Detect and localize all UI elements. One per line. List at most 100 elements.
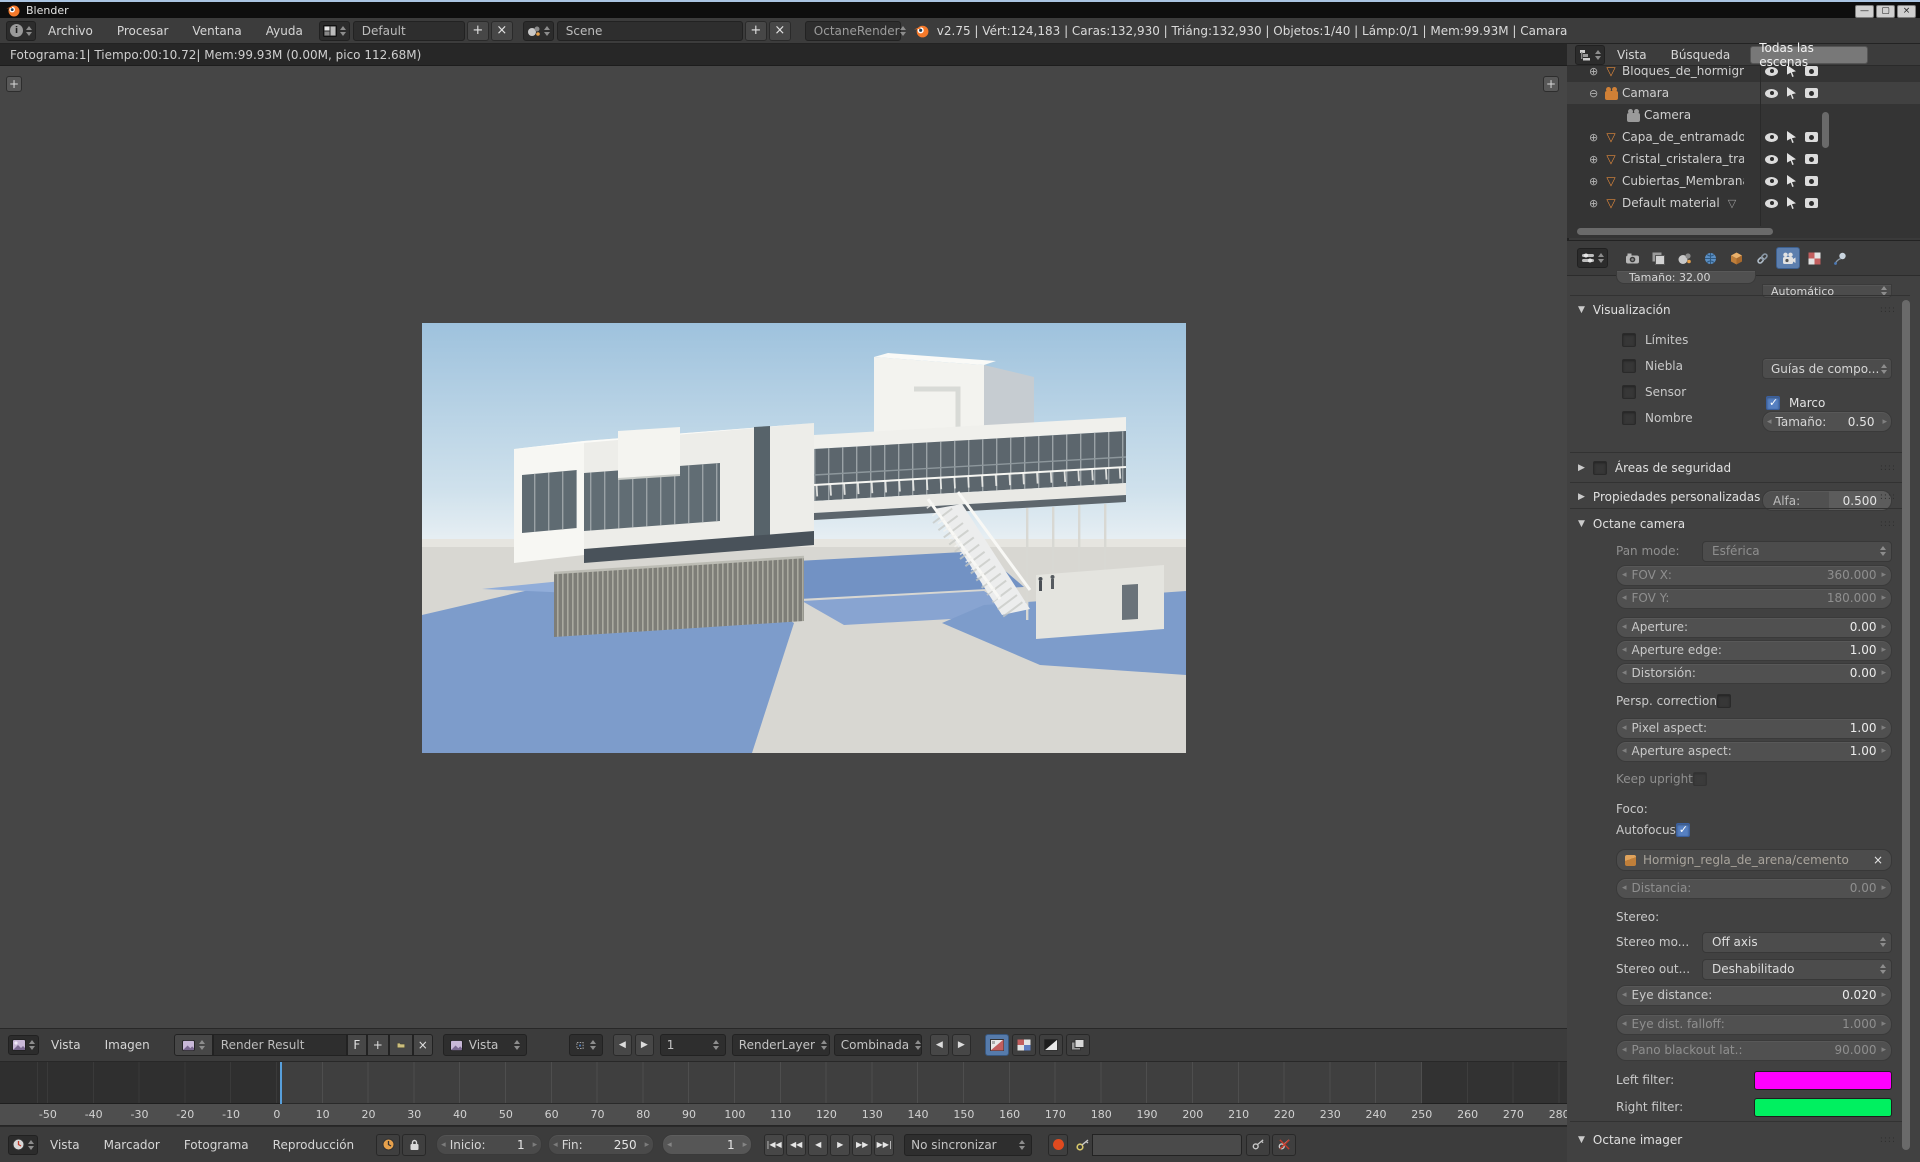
expand-region-plus-icon[interactable]: + (1543, 76, 1559, 92)
menu-item[interactable]: Búsqueda (1659, 48, 1743, 62)
number-field[interactable]: ◂ Aperture edge: 1.00 ▸ (1616, 640, 1892, 661)
fog-size-field[interactable]: ◂ Tamaño: 0.50 ▸ (1762, 411, 1892, 432)
outliner-row[interactable]: ⊕ ▽ Cristal_cristalera_transpa ▽ (1567, 148, 1920, 170)
decrement-icon[interactable]: ◂ (437, 1140, 450, 1150)
tab-object[interactable] (1724, 247, 1748, 269)
increment-icon[interactable]: ▸ (1876, 1045, 1891, 1055)
decrement-icon[interactable]: ◂ (1617, 883, 1632, 893)
outliner-item-label[interactable]: Default material (1622, 196, 1720, 210)
property-row[interactable]: Stereo out... ◂ Stereo out... Deshabilit… (1616, 958, 1892, 980)
render-visibility-icon[interactable] (1805, 198, 1818, 208)
checkbox[interactable] (1717, 694, 1731, 708)
insert-keyframe-button[interactable] (1246, 1134, 1270, 1156)
tab-render[interactable] (1620, 247, 1644, 269)
add-layout-button[interactable]: + (467, 21, 489, 41)
display-alpha-button[interactable] (1039, 1034, 1063, 1056)
dropdown-field[interactable]: Off axis (1702, 932, 1892, 953)
number-field[interactable]: ◂ Distancia: 0.00 ▸ (1616, 878, 1892, 899)
cursor-select-icon[interactable] (1787, 175, 1796, 187)
expander-icon[interactable]: ⊖ (1589, 87, 1603, 100)
menu-item[interactable]: Procesar (105, 24, 181, 38)
panel-grip-icon[interactable]: :::: (1880, 1135, 1896, 1145)
menu-item[interactable]: Archivo (36, 24, 105, 38)
frame-end-field[interactable]: ◂ Fin: 250 ▸ (548, 1134, 654, 1155)
display-zbuffer-button[interactable] (1066, 1034, 1090, 1056)
playback-button[interactable]: ▶▶ (852, 1134, 872, 1156)
render-visibility-icon[interactable] (1805, 154, 1818, 164)
property-row[interactable]: Left filter: ◂ Left filter: #ff00ff ▸ #f… (1616, 1068, 1892, 1092)
checkbox-row[interactable]: Límites (1622, 332, 1693, 348)
panel-grip-icon[interactable]: :::: (1880, 463, 1896, 473)
increment-icon[interactable]: ▸ (641, 1140, 654, 1150)
decrement-icon[interactable]: ◂ (1617, 723, 1632, 733)
menu-item[interactable]: Vista (38, 1138, 92, 1152)
fake-user-button[interactable]: F (347, 1034, 367, 1056)
property-row[interactable]: Eye dist. falloff: ◂ Eye dist. falloff: … (1616, 1013, 1892, 1035)
playback-button[interactable]: ▶ (830, 1134, 850, 1156)
dropdown-field[interactable]: Esférica (1702, 541, 1892, 562)
close-button[interactable]: × (1897, 5, 1916, 18)
property-row[interactable]: Distorsión: ◂ Distorsión: 0.00 ▸ 0.00 Di… (1616, 662, 1892, 684)
expander-icon[interactable]: ⊕ (1589, 153, 1603, 166)
panel-grip-icon[interactable]: :::: (1880, 305, 1896, 315)
open-image-button[interactable] (389, 1034, 413, 1056)
tab-world[interactable] (1698, 247, 1722, 269)
minimize-button[interactable]: — (1855, 5, 1874, 18)
eye-icon[interactable] (1765, 155, 1778, 164)
marco-checkbox[interactable] (1766, 396, 1780, 410)
property-row[interactable]: Keep upright ◂ Keep upright ▸ Keep uprig… (1616, 769, 1892, 789)
property-row[interactable]: Right filter: ◂ Right filter: #00f060 ▸ … (1616, 1095, 1892, 1119)
tab-scene[interactable] (1672, 247, 1696, 269)
property-row[interactable]: Autofocus ◂ Autofocus ▸ Autofocus × (1616, 820, 1892, 840)
number-field[interactable]: ◂ Distorsión: 0.00 ▸ (1616, 663, 1892, 684)
decrement-icon[interactable]: ◂ (1617, 1019, 1632, 1029)
decrement-icon[interactable]: ◂ (1617, 668, 1632, 678)
menu-item[interactable]: Marcador (92, 1138, 172, 1152)
delete-scene-button[interactable]: × (769, 21, 791, 41)
new-image-button[interactable]: + (367, 1034, 389, 1056)
property-row[interactable]: Aperture aspect: ◂ Aperture aspect: 1.00… (1616, 740, 1892, 762)
panel-header-areas-de-seguridad[interactable]: ▶ Áreas de seguridad :::: (1578, 458, 1902, 478)
outliner-row[interactable]: ⊖ ▽ Camara ▽ (1567, 82, 1920, 104)
expand-region-plus-icon[interactable]: + (6, 76, 22, 92)
property-row[interactable]: Pano blackout lat.: ◂ Pano blackout lat.… (1616, 1039, 1892, 1061)
checkbox[interactable] (1693, 772, 1707, 786)
outliner-row[interactable]: ⊕ ▽ Capa_de_entramado_me ▽ (1567, 126, 1920, 148)
number-field[interactable]: ◂ Aperture aspect: 1.00 ▸ (1616, 741, 1892, 762)
playback-button[interactable]: ◀ (808, 1134, 828, 1156)
delete-keyframe-button[interactable] (1272, 1134, 1296, 1156)
increment-icon[interactable]: ▸ (1876, 883, 1891, 893)
decrement-icon[interactable]: ◂ (1617, 593, 1632, 603)
cursor-select-icon[interactable] (1787, 131, 1796, 143)
increment-icon[interactable]: ▸ (1876, 645, 1891, 655)
slot-field[interactable]: 1 (660, 1034, 726, 1056)
outliner-scope-select[interactable]: Todas las escenas (1750, 46, 1868, 64)
checkbox[interactable] (1676, 823, 1690, 837)
checkbox[interactable] (1622, 359, 1636, 373)
display-color-button[interactable] (1012, 1034, 1036, 1056)
scene-field[interactable]: Scene (557, 21, 743, 41)
pivot-button[interactable] (569, 1034, 603, 1056)
panel-header-octane-camera[interactable]: ▼ Octane camera :::: (1578, 514, 1902, 534)
property-row[interactable]: Distancia: ◂ Distancia: 0.00 ▸ 0.00 Dist… (1616, 877, 1892, 899)
property-row[interactable]: Aperture: ◂ Aperture: 0.00 ▸ 0.00 Apertu… (1616, 616, 1892, 638)
tab-camera-data[interactable] (1776, 247, 1800, 269)
increment-icon[interactable]: ▸ (1878, 417, 1891, 427)
menu-item[interactable]: Fotograma (172, 1138, 261, 1152)
panel-header-octane-imager[interactable]: ▼ Octane imager :::: (1578, 1130, 1902, 1150)
expander-icon[interactable]: ⊕ (1589, 197, 1603, 210)
clear-icon[interactable]: × (1873, 853, 1883, 867)
tab-render-layers[interactable] (1646, 247, 1670, 269)
number-field[interactable]: ◂ FOV Y: 180.000 ▸ (1616, 588, 1892, 609)
editor-type-button[interactable] (8, 1135, 38, 1155)
decrement-icon[interactable]: ◂ (1617, 990, 1632, 1000)
outliner-row[interactable]: ▽ Camera ▽ (1567, 104, 1920, 126)
increment-icon[interactable]: ▸ (529, 1140, 542, 1150)
screen-layout-field[interactable]: Default (353, 21, 465, 41)
property-row[interactable]: Persp. correction ◂ Persp. correction ▸ … (1616, 691, 1892, 711)
number-field[interactable]: ◂ Aperture: 0.00 ▸ (1616, 617, 1892, 638)
increment-icon[interactable]: ▸ (1876, 593, 1891, 603)
outliner-row[interactable]: ⊕ ▽ Bloques_de_hormign ▽ (1567, 66, 1920, 82)
increment-icon[interactable]: ▸ (1876, 570, 1891, 580)
expander-icon[interactable]: ⊕ (1589, 175, 1603, 188)
